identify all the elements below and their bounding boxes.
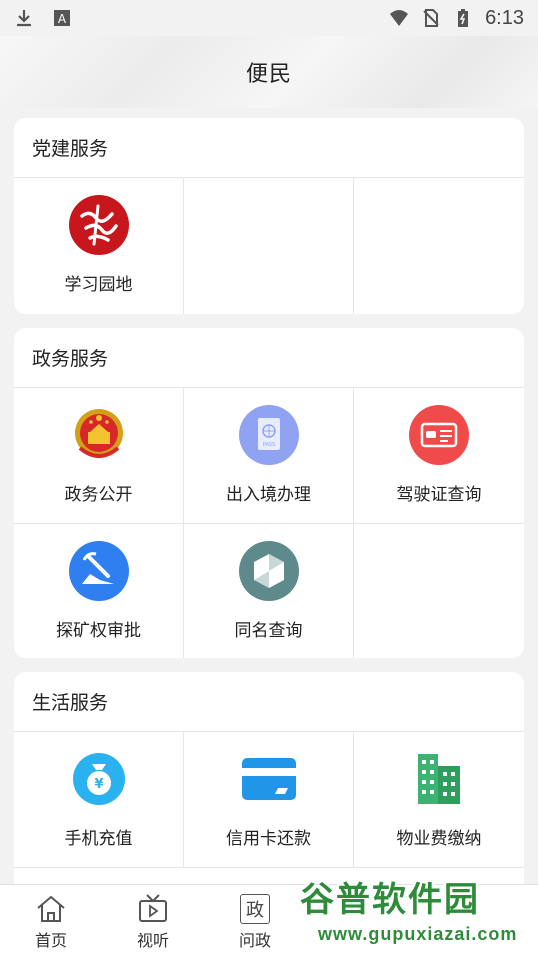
service-mining-approval[interactable]: 探矿权审批	[14, 524, 184, 658]
service-label: 驾驶证查询	[396, 485, 482, 505]
keyboard-a-icon: A	[54, 10, 70, 26]
service-label: 物业费缴纳	[396, 829, 482, 849]
section-title: 党建服务	[14, 118, 524, 178]
passport-icon: PASS	[238, 404, 300, 466]
tab-label: 视听	[136, 931, 169, 950]
service-same-name-query[interactable]: 同名查询	[184, 524, 354, 658]
service-property-fee[interactable]: 物业费缴纳	[354, 732, 524, 868]
tab-video[interactable]: 视听	[102, 885, 204, 956]
svg-text:PASS: PASS	[262, 442, 274, 448]
download-icon	[17, 10, 31, 27]
tab-home[interactable]: 首页	[0, 885, 102, 956]
watermark-url: www.gupuxiazai.com	[318, 924, 518, 944]
home-icon	[34, 893, 68, 925]
section-title: 政务服务	[14, 328, 524, 388]
service-label: 学习园地	[64, 275, 133, 295]
money-bag-icon: ¥	[68, 748, 130, 810]
watermark-text: 谷普软件园	[300, 880, 480, 920]
page-title: 便民	[245, 62, 292, 87]
service-label: 政务公开	[64, 485, 133, 505]
driver-license-icon	[408, 404, 470, 466]
section-party-services: 党建服务 学习园地	[14, 118, 524, 314]
section-government-services: 政务服务 政务公开 PASS 出入境办理 驾驶证查询 探矿权审批 同名查询	[14, 328, 524, 658]
service-government-affairs[interactable]: 政务公开	[14, 388, 184, 524]
service-credit-card[interactable]: 信用卡还款	[184, 732, 354, 868]
credit-card-icon	[238, 748, 300, 810]
no-sim-icon	[423, 9, 439, 27]
empty-cell	[354, 524, 524, 658]
service-label: 信用卡还款	[226, 829, 311, 849]
service-label: 同名查询	[234, 621, 303, 641]
service-xuexi[interactable]: 学习园地	[14, 178, 184, 314]
service-label: 探矿权审批	[56, 621, 141, 641]
empty-cell	[184, 178, 354, 314]
svg-text:¥: ¥	[94, 777, 103, 792]
empty-cell	[354, 178, 524, 314]
section-title: 生活服务	[14, 672, 524, 732]
service-exit-entry[interactable]: PASS 出入境办理	[184, 388, 354, 524]
svg-text:A: A	[58, 12, 67, 26]
service-phone-recharge[interactable]: ¥ 手机充值	[14, 732, 184, 868]
national-emblem-icon	[68, 404, 130, 466]
watermark: 谷普软件园 www.gupuxiazai.com	[292, 868, 538, 956]
zheng-icon: 政	[238, 893, 272, 925]
battery-icon	[458, 9, 469, 27]
wifi-icon	[390, 10, 409, 26]
tab-label: 首页	[34, 931, 67, 950]
tab-inquiry[interactable]: 政 问政	[204, 885, 306, 956]
clock: 6:13	[485, 6, 524, 29]
tv-icon	[136, 893, 170, 925]
tab-label: 问政	[238, 931, 271, 950]
service-label: 出入境办理	[226, 485, 311, 505]
xuexi-logo-icon	[68, 194, 130, 256]
page-header: 便民	[0, 36, 538, 108]
service-label: 手机充值	[64, 829, 133, 849]
mining-icon	[68, 540, 130, 602]
buildings-icon	[408, 748, 470, 810]
service-driver-license[interactable]: 驾驶证查询	[354, 388, 524, 524]
status-bar: A 6:13	[0, 0, 538, 36]
shield-search-icon	[238, 540, 300, 602]
